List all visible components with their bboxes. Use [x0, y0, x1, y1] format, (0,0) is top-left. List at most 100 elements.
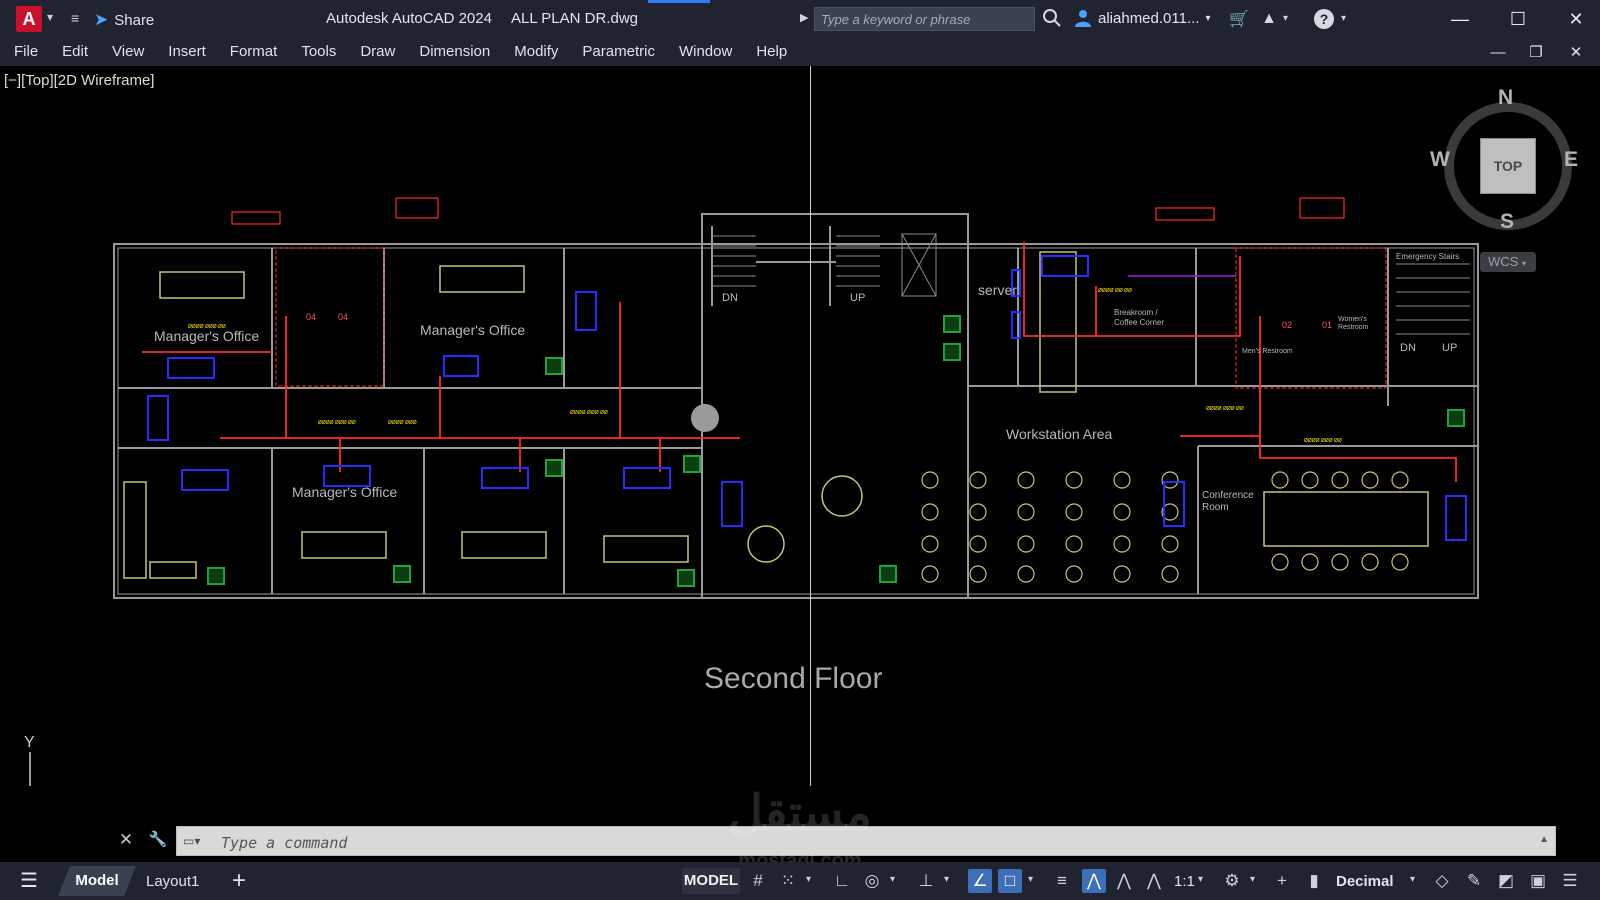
search-input[interactable]: [814, 7, 1035, 31]
annotation-visibility-icon[interactable]: ⋀: [1082, 869, 1106, 893]
user-icon: [1075, 10, 1091, 27]
stair-label: UP: [1442, 342, 1458, 354]
app-title: Autodesk AutoCAD 2024: [326, 10, 492, 27]
user-caret-icon: ▾: [1205, 12, 1211, 24]
snap-icon[interactable]: ⁙: [776, 869, 800, 893]
isodraft-caret-icon[interactable]: ▾: [944, 874, 949, 885]
viewcube-top-face[interactable]: TOP: [1480, 138, 1536, 194]
app-caret-icon[interactable]: ▾: [1283, 13, 1288, 24]
search-icon[interactable]: [1042, 8, 1062, 28]
units-icon[interactable]: ▮: [1302, 869, 1326, 893]
room-label: server: [978, 282, 1017, 298]
menu-icon[interactable]: ☰: [20, 871, 42, 891]
wcs-label: WCS: [1488, 254, 1519, 269]
room-label: Conference Room: [1202, 490, 1254, 513]
menu-dimension[interactable]: Dimension: [407, 38, 502, 66]
units-selector[interactable]: Decimal: [1336, 873, 1394, 890]
drawing-viewport[interactable]: ØØØØ ØØØ ØØ ØØØØ ØØØ ØØ ØØØØ ØØØ ØØØØ ØØ…: [0, 66, 1600, 786]
room-label: Men's Restroom: [1242, 348, 1293, 355]
autocad-logo[interactable]: A: [16, 6, 42, 32]
room-label: Workstation Area: [1006, 426, 1113, 442]
room-label: Manager's Office: [154, 328, 260, 344]
command-history-icon[interactable]: ▭▾: [183, 834, 209, 850]
wrench-icon[interactable]: 🔧: [148, 830, 168, 850]
workspace-caret-icon[interactable]: ▾: [1250, 874, 1255, 885]
chevron-up-icon[interactable]: ▲: [1539, 834, 1549, 845]
plus-icon[interactable]: +: [1270, 869, 1294, 893]
room-label: Manager's Office: [420, 322, 526, 338]
polar-tracking-icon[interactable]: ◎: [860, 869, 884, 893]
share-button[interactable]: ➤ Share: [94, 10, 154, 30]
auto-scale-icon[interactable]: ⋀: [1112, 869, 1136, 893]
doc-close-icon[interactable]: ✕: [1556, 38, 1596, 66]
isodraft-icon[interactable]: ⊥: [914, 869, 938, 893]
user-account-button[interactable]: aliahmed.011... ▾: [1074, 9, 1211, 27]
compass-west[interactable]: W: [1430, 148, 1450, 172]
room-label: Breakroom / Coffee Corner: [1114, 308, 1165, 327]
doc-restore-icon[interactable]: ❐: [1516, 38, 1556, 66]
help-caret-icon[interactable]: ▾: [1341, 13, 1346, 24]
menu-modify[interactable]: Modify: [502, 38, 570, 66]
svg-text:ØØØØ ØØ ØØ: ØØØØ ØØ ØØ: [1098, 288, 1132, 294]
annotation-scale-icon[interactable]: ⋀: [1142, 869, 1166, 893]
units-caret-icon[interactable]: ▾: [1410, 874, 1415, 885]
viewport-controls-label[interactable]: [−][Top][2D Wireframe]: [4, 72, 154, 89]
menu-file[interactable]: File: [0, 38, 50, 66]
grid-icon[interactable]: #: [746, 869, 770, 893]
ortho-icon[interactable]: ∟: [830, 869, 854, 893]
menu-draw[interactable]: Draw: [348, 38, 407, 66]
wcs-caret-icon: ▾: [1521, 259, 1526, 268]
gear-icon[interactable]: ⚙: [1220, 869, 1244, 893]
osnap-caret-icon[interactable]: ▾: [1028, 874, 1033, 885]
maximize-icon[interactable]: ☐: [1490, 0, 1546, 38]
polar-caret-icon[interactable]: ▾: [890, 874, 895, 885]
room-label: Manager's Office: [292, 484, 398, 500]
room-label: Women's Restroom: [1338, 316, 1369, 331]
clean-screen-icon[interactable]: ▣: [1526, 869, 1550, 893]
lock-ui-icon[interactable]: ✎: [1462, 869, 1486, 893]
close-icon[interactable]: ✕: [116, 830, 136, 850]
annotation-scale[interactable]: 1:1: [1174, 873, 1195, 890]
cart-icon[interactable]: 🛒: [1228, 8, 1250, 30]
search-expand-icon[interactable]: ▶: [800, 11, 808, 24]
menu-insert[interactable]: Insert: [156, 38, 218, 66]
object-snap-tracking-icon[interactable]: ∠: [968, 869, 992, 893]
send-icon: ➤: [94, 10, 109, 29]
menu-tools[interactable]: Tools: [289, 38, 348, 66]
restroom-number: 04: [338, 312, 349, 322]
menu-help[interactable]: Help: [744, 38, 799, 66]
menu-parametric[interactable]: Parametric: [570, 38, 667, 66]
scale-caret-icon[interactable]: ▾: [1198, 874, 1203, 885]
compass-south[interactable]: S: [1500, 210, 1514, 234]
lineweight-icon[interactable]: ≡: [1050, 869, 1074, 893]
menu-bar: File Edit View Insert Format Tools Draw …: [0, 38, 1600, 66]
menu-format[interactable]: Format: [218, 38, 290, 66]
snap-caret-icon[interactable]: ▾: [806, 874, 811, 885]
menu-view[interactable]: View: [100, 38, 156, 66]
file-name: ALL PLAN DR.dwg: [511, 10, 639, 27]
room-label: Emergency Stairs: [1396, 252, 1460, 261]
compass-north[interactable]: N: [1498, 86, 1513, 110]
doc-minimize-icon[interactable]: —: [1478, 38, 1518, 66]
quick-access-toolbar-icon[interactable]: ≡: [71, 10, 79, 26]
tab-model[interactable]: Model: [58, 866, 136, 896]
customization-icon[interactable]: ☰: [1558, 869, 1582, 893]
menu-window[interactable]: Window: [667, 38, 744, 66]
add-layout-icon[interactable]: +: [232, 867, 246, 895]
menu-edit[interactable]: Edit: [50, 38, 100, 66]
viewcube[interactable]: TOP N S E W: [1430, 86, 1582, 240]
help-icon[interactable]: ?: [1314, 9, 1334, 29]
autocad-window: A ▾ ≡ ➤ Share Autodesk AutoCAD 2024 ALL …: [0, 0, 1600, 900]
model-space-button[interactable]: MODEL: [682, 868, 740, 894]
user-name: aliahmed.011...: [1098, 9, 1200, 27]
quick-properties-icon[interactable]: ◇: [1430, 869, 1454, 893]
close-icon[interactable]: ✕: [1548, 0, 1600, 38]
minimize-icon[interactable]: —: [1432, 0, 1488, 38]
isolate-objects-icon[interactable]: ◩: [1494, 869, 1518, 893]
object-snap-icon[interactable]: □: [998, 869, 1022, 893]
wcs-menu[interactable]: WCS ▾: [1480, 252, 1536, 272]
autodesk-app-icon[interactable]: ▲: [1258, 8, 1280, 30]
tab-layout1[interactable]: Layout1: [146, 873, 199, 890]
app-menu-caret-icon[interactable]: ▾: [47, 10, 53, 24]
compass-east[interactable]: E: [1564, 148, 1578, 172]
